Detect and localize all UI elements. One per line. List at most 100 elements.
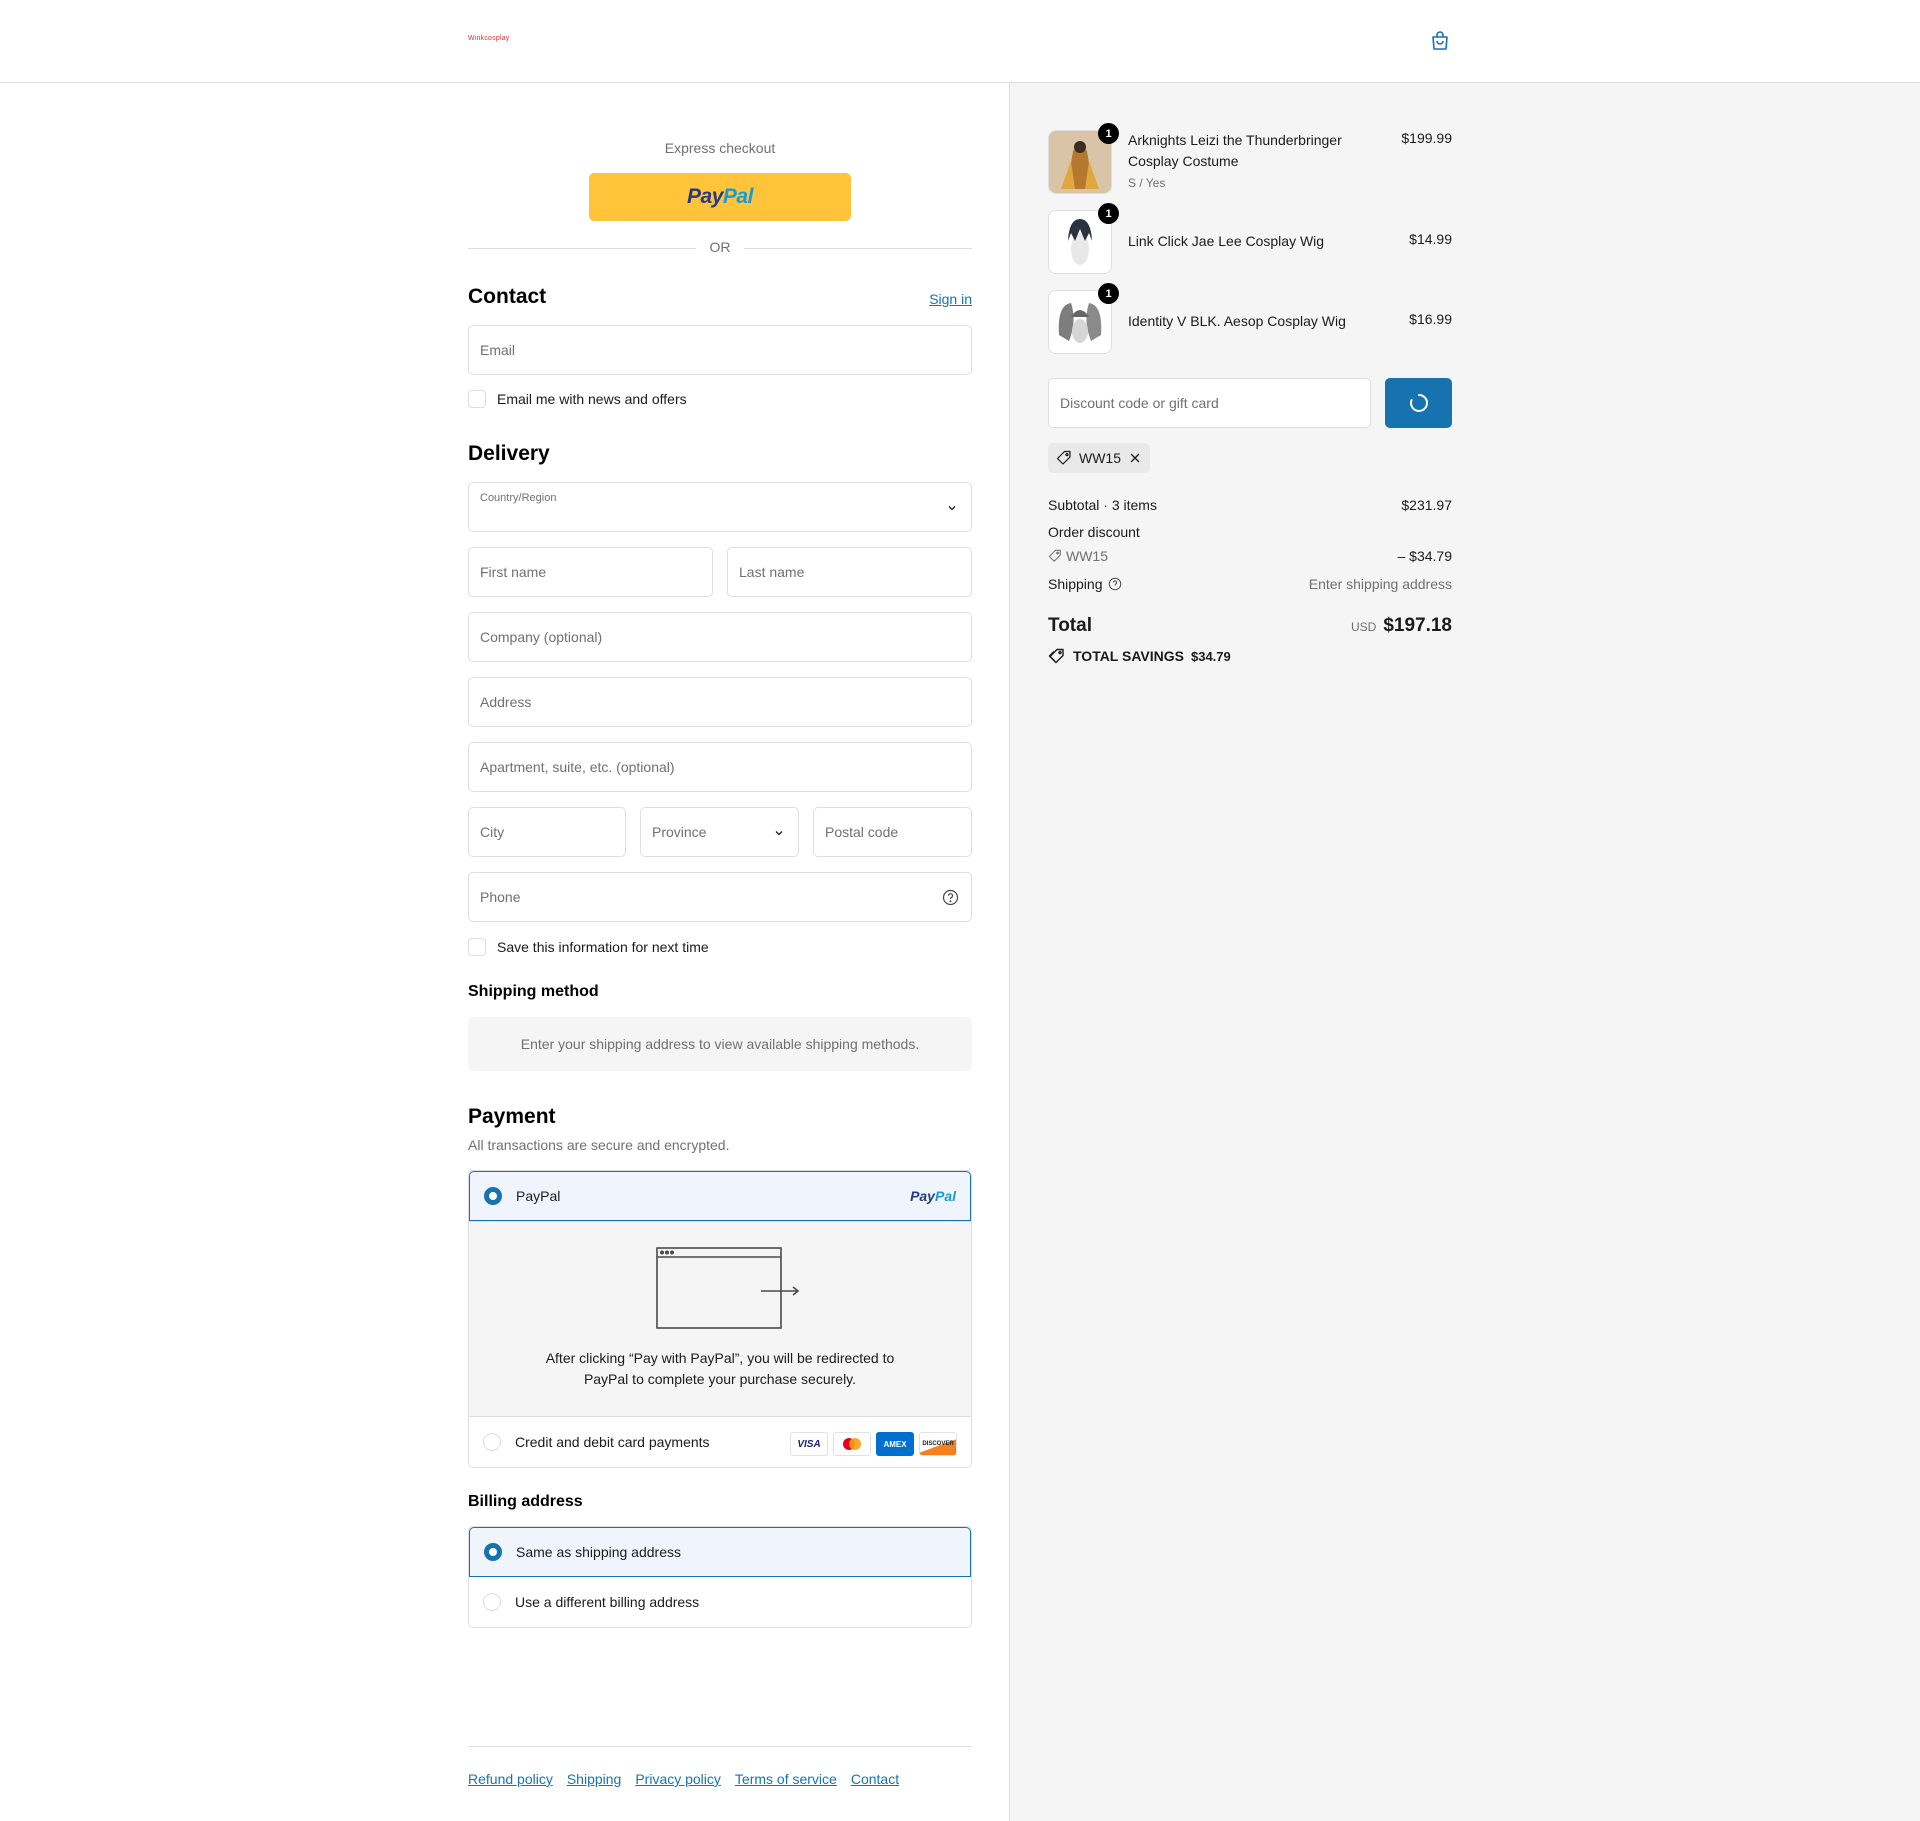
order-discount-row: Order discount [1048,524,1452,540]
country-label: Country/Region [480,492,557,504]
shipping-value: Enter shipping address [1308,576,1452,592]
city-input[interactable] [469,808,625,856]
tag-icon [1048,549,1061,562]
subtotal-row: Subtotal · 3 items $231.97 [1048,497,1452,513]
quantity-badge: 1 [1098,283,1119,304]
email-input[interactable] [469,326,971,374]
paypal-express-button[interactable]: PayPal [589,173,851,221]
product-thumbnail: 1 [1048,203,1119,274]
store-logo[interactable]: Winkcosplay [468,35,510,42]
shopping-bag-icon[interactable] [1428,29,1452,53]
privacy-policy-link[interactable]: Privacy policy [635,1771,721,1787]
quantity-badge: 1 [1098,123,1119,144]
billing-same-radio[interactable] [484,1543,502,1561]
news-checkbox-row[interactable]: Email me with news and offers [468,389,687,409]
shipping-row: Shipping Enter shipping address [1048,576,1452,592]
refund-policy-link[interactable]: Refund policy [468,1771,553,1787]
paypal-radio[interactable] [484,1187,502,1205]
payment-option-card[interactable]: Credit and debit card payments VISA AMEX… [469,1417,971,1467]
item-name: Identity V BLK. Aesop Cosplay Wig [1128,313,1346,329]
shipping-method-title: Shipping method [468,983,599,1000]
phone-input[interactable] [469,873,971,921]
news-checkbox[interactable] [468,390,486,408]
contact-link[interactable]: Contact [851,1771,899,1787]
billing-different-option[interactable]: Use a different billing address [469,1577,971,1627]
billing-same-option[interactable]: Same as shipping address [469,1527,971,1577]
applied-discount-chip: WW15 [1048,443,1150,473]
shipping-label: Shipping [1048,576,1103,592]
apply-discount-button[interactable] [1385,378,1452,428]
paypal-option-label: PayPal [516,1188,561,1204]
chevron-down-icon [948,506,956,511]
billing-different-radio[interactable] [483,1593,501,1611]
quantity-badge: 1 [1098,203,1119,224]
total-savings-value: $34.79 [1190,648,1231,664]
paypal-redirect-panel: After clicking “Pay with PayPal”, you wi… [469,1221,971,1417]
phone-field[interactable] [468,872,972,922]
billing-title: Billing address [468,1493,583,1510]
applied-code-text: WW15 [1079,450,1121,466]
total-savings-label: TOTAL SAVINGS [1073,648,1184,664]
terms-of-service-link[interactable]: Terms of service [735,1771,837,1787]
shipping-link[interactable]: Shipping [567,1771,622,1787]
save-info-checkbox[interactable] [468,938,486,956]
shipping-method-notice: Enter your shipping address to view avai… [468,1017,972,1071]
country-select[interactable]: Country/Region [468,482,972,532]
delivery-title: Delivery [468,442,550,465]
help-icon[interactable] [942,889,959,906]
apartment-field[interactable] [468,742,972,792]
card-radio[interactable] [483,1433,501,1451]
paypal-small-logo: PayPal [910,1188,956,1204]
save-info-checkbox-row[interactable]: Save this information for next time [468,937,709,957]
billing-different-label: Use a different billing address [515,1594,700,1610]
discount-code-field[interactable] [1048,378,1371,428]
subtotal-value: $231.97 [1401,497,1452,513]
last-name-input[interactable] [728,548,971,596]
total-savings-row: TOTAL SAVINGS $34.79 [1048,648,1452,664]
company-input[interactable] [469,613,971,661]
subtotal-label: Subtotal · 3 items [1048,497,1157,513]
remove-discount-icon[interactable] [1128,451,1142,465]
help-icon[interactable] [1108,577,1122,591]
sign-in-link[interactable]: Sign in [929,291,972,307]
total-row: Total USD $197.18 [1048,615,1452,643]
discount-code-label: WW15 [1066,548,1108,564]
loading-spinner-icon [1409,394,1428,412]
first-name-field[interactable] [468,547,713,597]
payment-option-paypal[interactable]: PayPal PayPal [469,1171,971,1221]
email-field[interactable] [468,325,972,375]
discover-icon: DISCOVER [919,1432,957,1456]
item-variant: S / Yes [1128,176,1166,190]
amex-icon: AMEX [876,1432,914,1456]
or-divider: OR [468,239,972,257]
contact-title: Contact [468,285,547,308]
province-select[interactable]: Province [640,807,799,857]
postal-code-field[interactable] [813,807,972,857]
company-field[interactable] [468,612,972,662]
item-name: Link Click Jae Lee Cosplay Wig [1128,233,1325,249]
apartment-input[interactable] [469,743,971,791]
chevron-down-icon [775,831,783,836]
address-field[interactable] [468,677,972,727]
city-field[interactable] [468,807,626,857]
paypal-redirect-text: After clicking “Pay with PayPal”, you wi… [545,1350,895,1387]
discount-code-input[interactable] [1049,379,1370,427]
postal-code-input[interactable] [814,808,971,856]
discount-code-row: WW15 – $34.79 [1048,548,1452,564]
last-name-field[interactable] [727,547,972,597]
card-brands: VISA AMEX DISCOVER [790,1432,957,1456]
first-name-input[interactable] [469,548,712,596]
savings-tag-icon [1048,648,1064,664]
item-price: $16.99 [1409,311,1452,327]
mastercard-icon [833,1432,871,1456]
visa-icon: VISA [790,1432,828,1456]
address-input[interactable] [469,678,971,726]
payment-subtitle: All transactions are secure and encrypte… [468,1137,730,1153]
card-option-label: Credit and debit card payments [515,1434,710,1450]
express-checkout-title: Express checkout [664,140,776,156]
order-summary-panel [1009,83,1920,1821]
payment-title: Payment [468,1105,556,1128]
item-price: $199.99 [1401,130,1452,146]
news-checkbox-label: Email me with news and offers [497,391,687,407]
footer-divider [468,1746,972,1747]
